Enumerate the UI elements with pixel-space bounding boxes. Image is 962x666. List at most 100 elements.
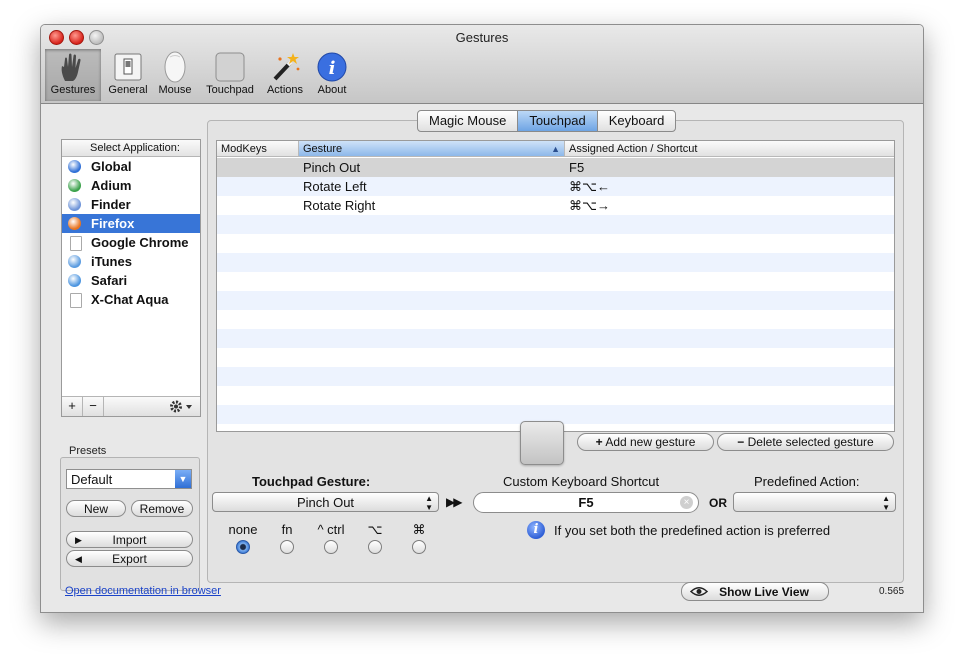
show-live-view-label: Show Live View [719, 585, 809, 599]
toolbar-item-about[interactable]: i About [311, 49, 353, 101]
import-preset-button[interactable]: ▶ Import [66, 531, 193, 548]
table-row[interactable] [217, 348, 894, 367]
switch-icon [114, 53, 142, 81]
updown-arrow-icon: ▲ ▼ [882, 494, 890, 512]
application-list-item[interactable]: Firefox [62, 214, 200, 233]
gesture-table[interactable]: ModKeys Gesture ▲ Assigned Action / Shor… [216, 140, 895, 432]
firefox-icon [68, 217, 81, 230]
itunes-icon [68, 255, 81, 268]
column-header-gesture[interactable]: Gesture ▲ [299, 141, 565, 157]
application-name: X-Chat Aqua [91, 292, 169, 307]
play-left-icon: ◀ [75, 554, 82, 564]
toolbar-label-gestures: Gestures [50, 84, 96, 96]
tab-keyboard[interactable]: Keyboard [598, 111, 676, 131]
application-list-item[interactable]: Google Chrome [62, 233, 200, 252]
export-label: Export [112, 552, 147, 566]
gesture-select[interactable]: Pinch Out ▲ ▼ [212, 492, 439, 512]
add-gesture-button[interactable]: + Add new gesture [577, 433, 714, 451]
version-label: 0.565 [879, 586, 905, 597]
table-row[interactable] [217, 272, 894, 291]
table-row[interactable]: Rotate Left ⌘⌥← [217, 177, 894, 196]
application-name: Global [91, 159, 132, 174]
touchpad-preview-button[interactable] [520, 421, 564, 465]
predefined-action-label: Predefined Action: [754, 474, 860, 489]
cell-action: F5 [569, 160, 585, 175]
toolbar-label-touchpad: Touchpad [206, 84, 254, 96]
new-preset-button[interactable]: New [66, 500, 126, 517]
toolbar-label-about: About [317, 84, 347, 96]
toolbar-item-actions[interactable]: Actions [262, 49, 308, 101]
modifier-radio[interactable] [236, 540, 250, 554]
show-live-view-button[interactable]: Show Live View [681, 582, 829, 601]
globe-icon [68, 160, 81, 173]
toolbar-item-mouse[interactable]: Mouse [154, 49, 196, 101]
cell-action: ⌘⌥→ [569, 198, 610, 213]
modifier-radio[interactable] [412, 540, 426, 554]
export-preset-button[interactable]: ◀ Export [66, 550, 193, 567]
plus-icon: + [595, 435, 603, 449]
info-icon: i [527, 521, 545, 539]
window-title: Gestures [455, 30, 509, 45]
safari-compass-icon [68, 274, 81, 287]
application-list-item[interactable]: Global [62, 157, 200, 176]
updown-arrow-icon: ▲ ▼ [425, 494, 433, 512]
predefined-action-select[interactable]: ▲ ▼ [733, 492, 896, 512]
toolbar-item-gestures[interactable]: Gestures [45, 49, 101, 101]
document-icon [70, 236, 82, 251]
toolbar: Gestures Gestures General Mouse Touchpad… [41, 25, 923, 104]
delete-gesture-button[interactable]: − Delete selected gesture [717, 433, 894, 451]
modifier-radio[interactable] [280, 540, 294, 554]
table-row[interactable] [217, 310, 894, 329]
table-row[interactable] [217, 253, 894, 272]
table-row[interactable] [217, 367, 894, 386]
toolbar-item-touchpad[interactable]: Touchpad [199, 49, 261, 101]
table-row[interactable]: Rotate Right ⌘⌥→ [217, 196, 894, 215]
modifier-radio[interactable] [368, 540, 382, 554]
add-application-button[interactable]: + [62, 397, 83, 416]
toolbar-label-mouse: Mouse [158, 84, 192, 96]
table-row[interactable] [217, 215, 894, 234]
column-header-action[interactable]: Assigned Action / Shortcut [565, 141, 894, 157]
add-gesture-label: Add new gesture [605, 435, 696, 449]
gestures-window: Gestures Gestures General Mouse Touchpad… [40, 24, 924, 613]
application-list-item[interactable]: X-Chat Aqua [62, 290, 200, 309]
application-list-item[interactable]: Finder [62, 195, 200, 214]
modifier-radio[interactable] [324, 540, 338, 554]
table-row[interactable] [217, 386, 894, 405]
tab-magic-mouse[interactable]: Magic Mouse [418, 111, 519, 131]
application-list-item[interactable]: Adium [62, 176, 200, 195]
content-area: Select Application: Global Adium Finder Fir… [41, 104, 923, 612]
or-label: OR [709, 496, 727, 510]
touchpad-gesture-label: Touchpad Gesture: [252, 474, 371, 489]
application-name: Google Chrome [91, 235, 189, 250]
toolbar-label-actions: Actions [266, 84, 304, 96]
import-label: Import [112, 533, 147, 547]
gear-icon[interactable] [168, 399, 196, 414]
delete-gesture-label: Delete selected gesture [747, 435, 874, 449]
application-list-item[interactable]: iTunes [62, 252, 200, 271]
table-row[interactable]: Pinch Out F5 [217, 158, 894, 177]
tab-touchpad[interactable]: Touchpad [518, 111, 598, 131]
remove-preset-button[interactable]: Remove [131, 500, 193, 517]
shortcut-field[interactable]: F5 × [473, 492, 699, 513]
cell-gesture: Rotate Right [303, 198, 376, 213]
preset-select[interactable]: Default ▼ [66, 469, 192, 489]
toolbar-item-general[interactable]: General [103, 49, 153, 101]
minus-icon: − [737, 435, 745, 449]
finder-icon [68, 198, 81, 211]
application-list[interactable]: Select Application: Global Adium Finder Fir… [61, 139, 201, 417]
modifier-label: ⌘ [412, 522, 426, 537]
table-row[interactable] [217, 329, 894, 348]
gesture-select-value: Pinch Out [296, 495, 355, 510]
open-documentation-link[interactable]: Open documentation in browser [65, 585, 221, 597]
clear-icon[interactable]: × [680, 496, 693, 509]
column-header-modkeys[interactable]: ModKeys [217, 141, 299, 157]
table-row[interactable] [217, 291, 894, 310]
table-row[interactable] [217, 234, 894, 253]
application-name: Adium [91, 178, 132, 193]
info-icon: i [317, 52, 347, 82]
remove-application-button[interactable]: − [83, 397, 104, 416]
cell-gesture: Pinch Out [303, 160, 361, 175]
hand-icon [61, 53, 81, 81]
application-list-item[interactable]: Safari [62, 271, 200, 290]
